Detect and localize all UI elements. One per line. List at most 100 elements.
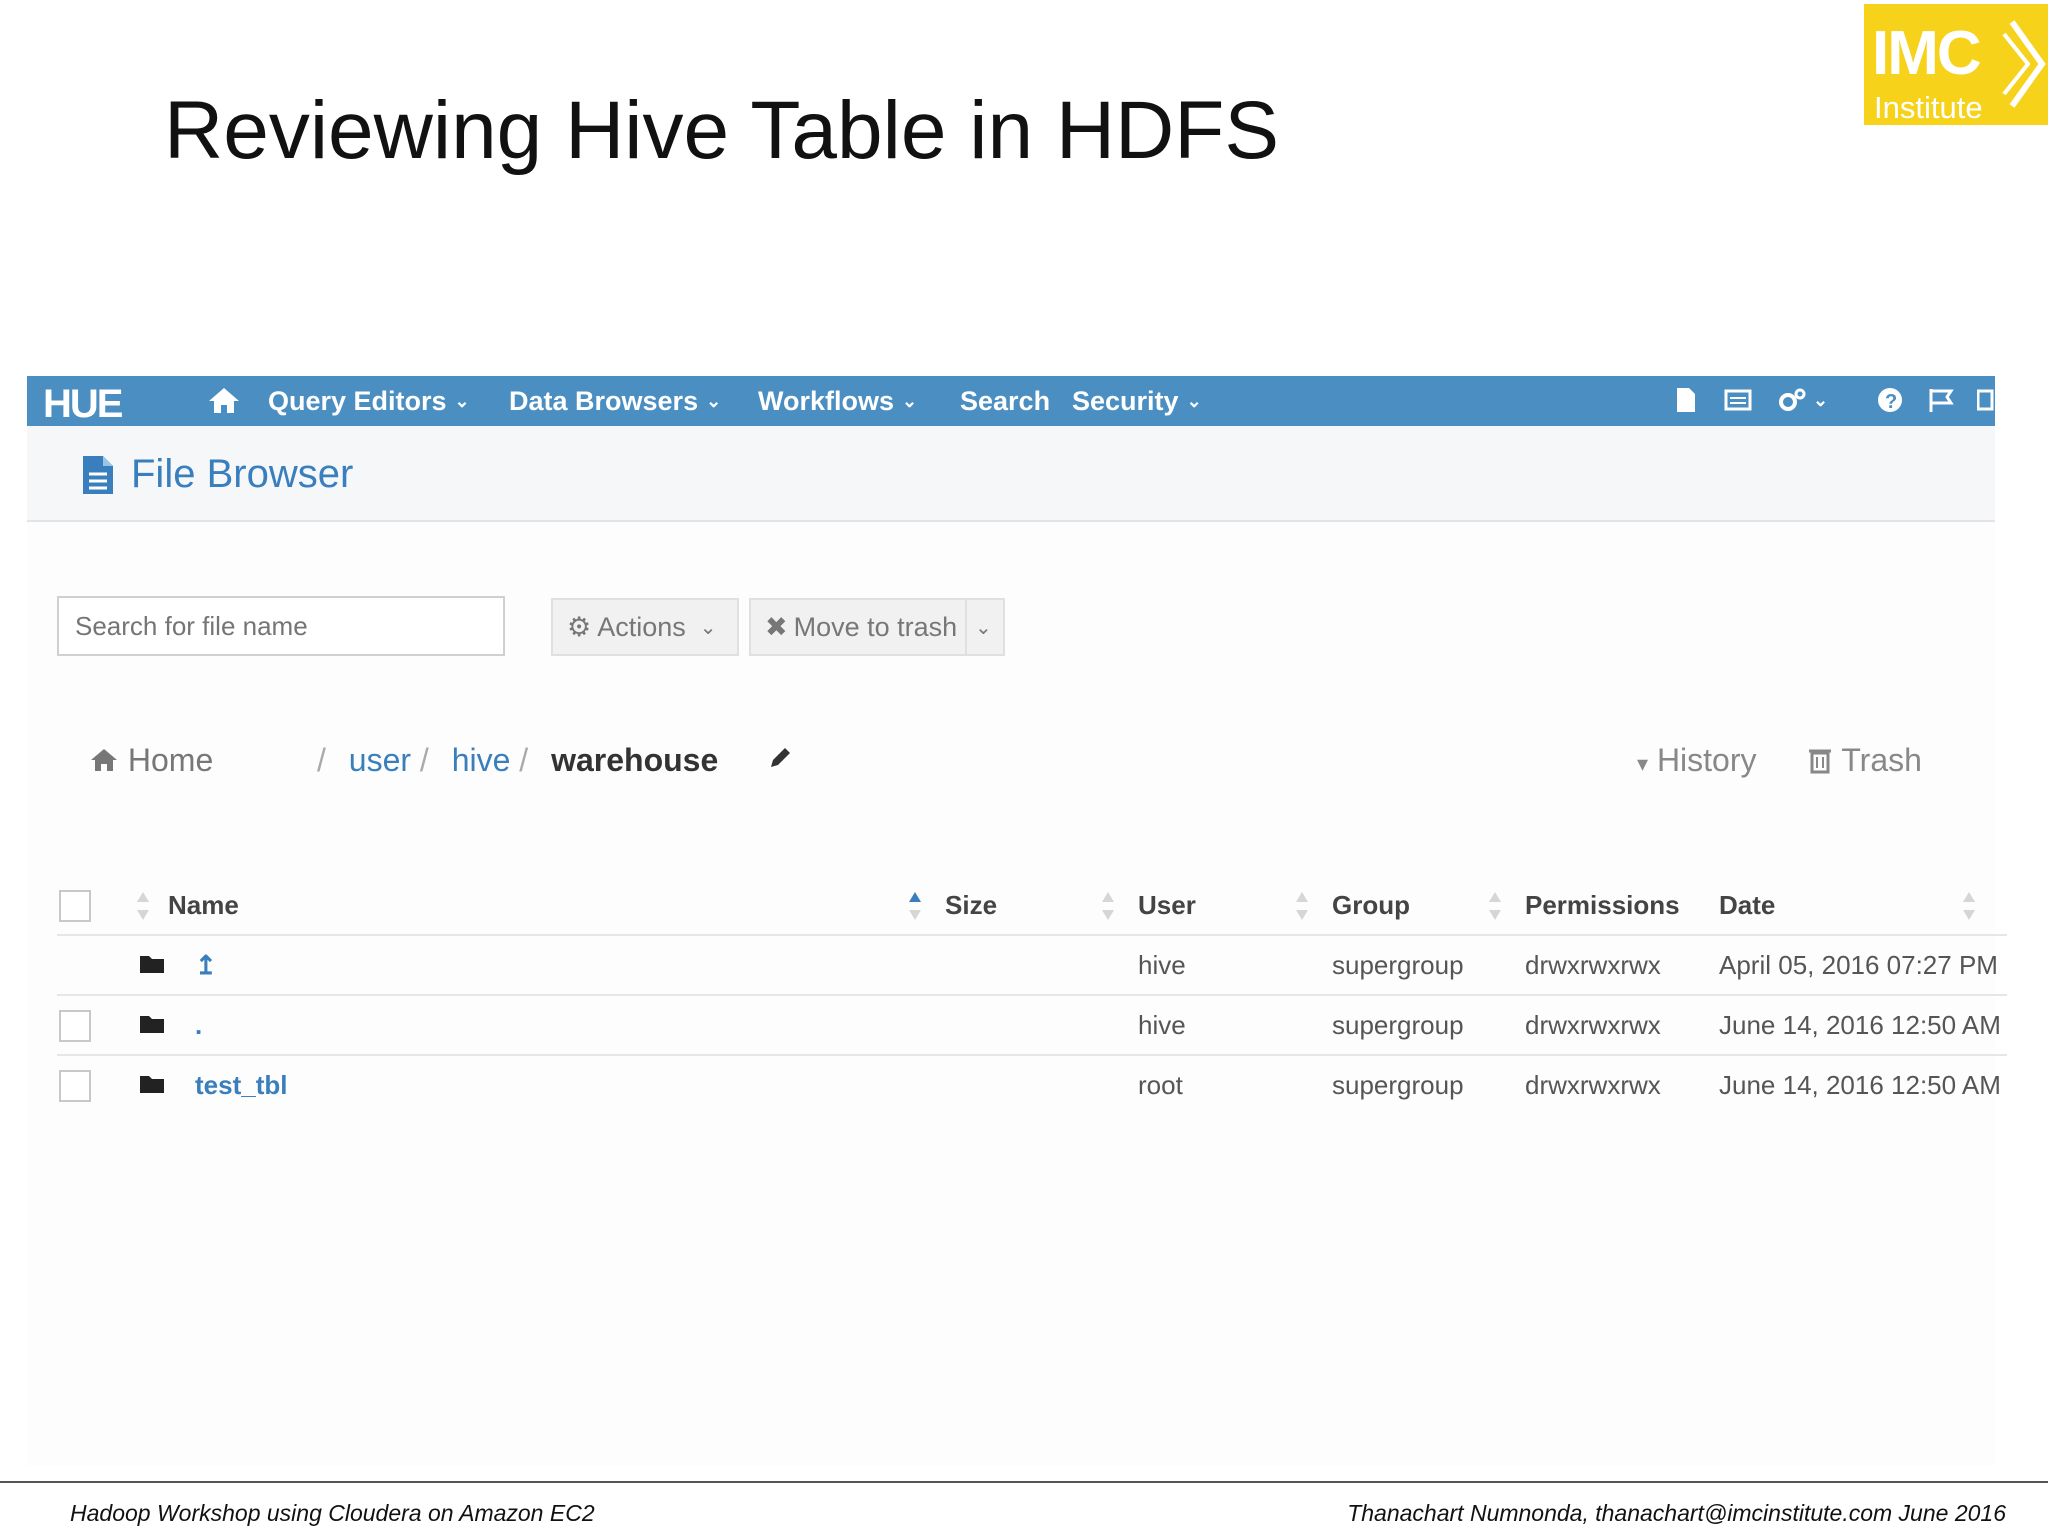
row-checkbox[interactable]: [59, 1070, 91, 1102]
breadcrumb-user[interactable]: user: [349, 742, 411, 778]
nav-label: Workflows: [758, 386, 895, 416]
home-label: Home: [127, 742, 214, 778]
file-group: supergroup: [1332, 950, 1464, 980]
file-browser-header: File Browser: [27, 426, 1995, 522]
history-toggle[interactable]: ▾ History: [1637, 742, 1757, 779]
file-user: hive: [1138, 950, 1186, 980]
close-icon: ✖: [765, 611, 788, 642]
trash-label: Trash: [1841, 742, 1922, 778]
home-icon: [89, 742, 128, 778]
file-date: June 14, 2016 12:50 AM: [1719, 1070, 2001, 1100]
file-name-link[interactable]: ↥: [195, 950, 217, 981]
edit-path-icon[interactable]: [767, 742, 793, 779]
top-navbar: HUE Query Editors ⌄ Data Browsers ⌄ Work…: [27, 376, 1995, 426]
cogs-icon[interactable]: ⌄: [1777, 386, 1828, 414]
breadcrumb-separator: /: [519, 742, 529, 778]
chevron-down-icon: ⌄: [975, 616, 992, 639]
breadcrumb-warehouse: warehouse: [551, 742, 719, 778]
file-permissions: drwxrwxrwx: [1525, 950, 1661, 980]
gear-icon: ⚙: [567, 611, 592, 642]
breadcrumb-hive[interactable]: hive: [452, 742, 511, 778]
column-header-user[interactable]: User: [1138, 890, 1196, 921]
chevron-down-icon: ⌄: [699, 616, 717, 639]
file-user: root: [1138, 1070, 1183, 1100]
sort-icon[interactable]: [1294, 890, 1310, 922]
column-header-size[interactable]: Size: [945, 890, 997, 921]
file-name-link[interactable]: .: [195, 1010, 202, 1041]
breadcrumb-separator: /: [419, 742, 429, 778]
folder-icon: [140, 1076, 164, 1093]
table-row[interactable]: . hive supergroup drwxrwxrwx June 14, 20…: [57, 994, 2007, 1056]
search-input[interactable]: [57, 596, 505, 656]
footer-divider: [0, 1481, 2048, 1483]
column-header-group[interactable]: Group: [1332, 890, 1410, 921]
file-user: hive: [1138, 1010, 1186, 1040]
column-header-permissions[interactable]: Permissions: [1525, 890, 1680, 921]
history-label: History: [1656, 742, 1757, 778]
imc-logo: IMC Institute: [1864, 4, 2048, 125]
actions-label: Actions: [597, 611, 686, 642]
nav-label: Data Browsers: [509, 386, 699, 416]
sort-asc-icon[interactable]: [907, 890, 923, 922]
file-name-link[interactable]: test_tbl: [195, 1070, 287, 1101]
chevron-down-icon: ⌄: [902, 391, 918, 411]
breadcrumb-separator: /: [317, 742, 326, 778]
chevron-down-icon: ⌄: [706, 391, 722, 411]
move-to-trash-button[interactable]: ✖ Move to trash: [749, 598, 967, 656]
column-header-name[interactable]: Name: [168, 890, 239, 921]
nav-security[interactable]: Security ⌄: [1072, 386, 1202, 417]
file-group: supergroup: [1332, 1070, 1464, 1100]
file-permissions: drwxrwxrwx: [1525, 1010, 1661, 1040]
hue-brand-logo[interactable]: HUE: [43, 382, 123, 427]
caret-down-icon: ▾: [1637, 751, 1649, 776]
file-group: supergroup: [1332, 1010, 1464, 1040]
trash-link[interactable]: Trash: [1807, 742, 1922, 779]
select-all-checkbox[interactable]: [59, 890, 91, 922]
nav-label: Search: [960, 386, 1051, 416]
nav-label: Security: [1072, 386, 1179, 416]
chevron-down-icon: ⌄: [1813, 389, 1829, 410]
nav-label: Query Editors: [268, 386, 447, 416]
nav-workflows[interactable]: Workflows ⌄: [758, 386, 917, 417]
folder-icon: [140, 956, 164, 973]
trash-options-dropdown[interactable]: ⌄: [965, 598, 1005, 656]
footer-course: Hadoop Workshop using Cloudera on Amazon…: [70, 1500, 595, 1526]
chevron-down-icon: ⌄: [454, 391, 470, 411]
logout-icon[interactable]: [1976, 386, 1995, 421]
nav-data-browsers[interactable]: Data Browsers ⌄: [509, 386, 721, 417]
file-date: June 14, 2016 12:50 AM: [1719, 1010, 2001, 1040]
svg-text:?: ?: [1885, 391, 1897, 413]
sort-icon[interactable]: [1961, 890, 1977, 922]
logo-text: IMC: [1872, 19, 1982, 88]
slide-title: Reviewing Hive Table in HDFS: [164, 85, 1280, 176]
move-to-trash-label: Move to trash: [793, 611, 958, 642]
folder-icon: [140, 1016, 164, 1033]
table-row[interactable]: test_tbl root supergroup drwxrwxrwx June…: [57, 1054, 2007, 1116]
trash-icon: [1807, 742, 1841, 778]
sort-icon[interactable]: [135, 890, 151, 922]
flag-icon[interactable]: [1927, 386, 1955, 421]
page-title: File Browser: [131, 452, 354, 496]
file-date: April 05, 2016 07:27 PM: [1719, 950, 1998, 980]
monitor-icon[interactable]: [1724, 386, 1752, 421]
help-icon[interactable]: ?: [1877, 386, 1903, 421]
actions-dropdown-button[interactable]: ⚙ Actions ⌄: [551, 598, 739, 656]
logo-subtext: Institute: [1874, 90, 1983, 125]
nav-search[interactable]: Search: [960, 386, 1050, 417]
sort-icon[interactable]: [1100, 890, 1116, 922]
table-header-row: Name Size User Group Permissions Date: [57, 876, 2007, 934]
breadcrumb: / user / hive / warehouse: [317, 742, 718, 779]
table-row[interactable]: ↥ hive supergroup drwxrwxrwx April 05, 2…: [57, 934, 2007, 996]
breadcrumb-home[interactable]: Home: [89, 742, 213, 779]
sort-icon[interactable]: [1487, 890, 1503, 922]
document-icon: [81, 454, 115, 501]
chevron-down-icon: ⌄: [1186, 391, 1202, 411]
column-header-date[interactable]: Date: [1719, 890, 1775, 921]
home-icon[interactable]: [207, 386, 241, 414]
footer-author: Thanachart Numnonda, thanachart@imcinsti…: [1347, 1500, 2006, 1526]
file-permissions: drwxrwxrwx: [1525, 1070, 1661, 1100]
nav-query-editors[interactable]: Query Editors ⌄: [268, 386, 470, 417]
file-icon[interactable]: [1675, 386, 1697, 421]
hue-app: HUE Query Editors ⌄ Data Browsers ⌄ Work…: [27, 376, 2007, 1466]
row-checkbox[interactable]: [59, 1010, 91, 1042]
